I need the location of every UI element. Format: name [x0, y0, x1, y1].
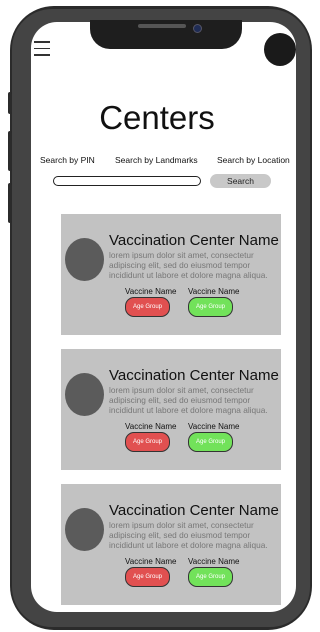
center-description: lorem ipsum dolor sit amet, consectetur … [109, 385, 268, 415]
vaccine-name: Vaccine Name [125, 422, 177, 431]
center-card[interactable]: Vaccination Center Name lorem ipsum dolo… [61, 349, 281, 470]
center-description: lorem ipsum dolor sit amet, consectetur … [109, 520, 268, 550]
tab-search-by-location[interactable]: Search by Location [217, 155, 290, 165]
age-group-badge[interactable]: Age Group [188, 432, 233, 452]
vaccine-name: Vaccine Name [188, 422, 240, 431]
center-name: Vaccination Center Name [109, 367, 279, 384]
vaccine-name: Vaccine Name [125, 557, 177, 566]
center-description: lorem ipsum dolor sit amet, consectetur … [109, 250, 268, 280]
speaker-grille [138, 24, 186, 28]
vaccine-name: Vaccine Name [188, 557, 240, 566]
center-name: Vaccination Center Name [109, 502, 279, 519]
phone-side-button [8, 183, 12, 223]
tab-search-by-pin[interactable]: Search by PIN [40, 155, 95, 165]
center-image [65, 373, 104, 416]
center-image [65, 508, 104, 551]
page-title: Centers [99, 99, 215, 136]
age-group-badge[interactable]: Age Group [125, 297, 170, 317]
tab-search-by-landmarks[interactable]: Search by Landmarks [115, 155, 198, 165]
center-card[interactable]: Vaccination Center Name lorem ipsum dolo… [61, 484, 281, 605]
phone-side-button [8, 131, 12, 171]
age-group-badge[interactable]: Age Group [188, 297, 233, 317]
center-image [65, 238, 104, 281]
center-card[interactable]: Vaccination Center Name lorem ipsum dolo… [61, 214, 281, 335]
age-group-badge[interactable]: Age Group [125, 432, 170, 452]
vaccine-name: Vaccine Name [188, 287, 240, 296]
profile-avatar[interactable] [264, 33, 296, 66]
front-camera [193, 24, 202, 33]
vaccine-name: Vaccine Name [125, 287, 177, 296]
age-group-badge[interactable]: Age Group [125, 567, 170, 587]
center-name: Vaccination Center Name [109, 232, 279, 249]
age-group-badge[interactable]: Age Group [188, 567, 233, 587]
search-input[interactable] [53, 176, 201, 186]
search-button[interactable]: Search [210, 174, 271, 188]
hamburger-menu-icon[interactable] [34, 41, 50, 61]
